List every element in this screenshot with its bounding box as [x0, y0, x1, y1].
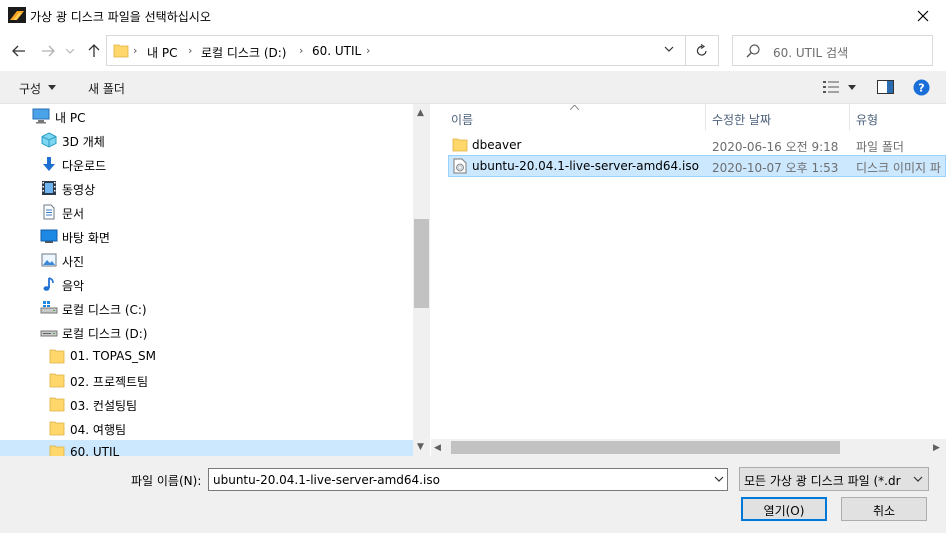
file-row-selected[interactable]: ubuntu-20.04.1-live-server-amd64.iso 202… [448, 155, 946, 177]
folder-icon [49, 397, 65, 412]
file-type: 디스크 이미지 파 [856, 161, 941, 175]
cancel-button[interactable]: 취소 [841, 497, 927, 521]
document-icon [43, 204, 55, 220]
breadcrumb-util[interactable]: 60. UTIL [312, 44, 361, 58]
tree-item-music[interactable]: 음악 [0, 272, 413, 296]
scroll-right-icon[interactable]: ▶ [933, 443, 940, 453]
filetype-value: 모든 가상 광 디스크 파일 (*.dr [744, 474, 901, 488]
music-icon [43, 277, 54, 291]
chevron-down-icon[interactable] [714, 475, 724, 483]
app-icon [8, 7, 26, 23]
file-type: 파일 폴더 [856, 140, 904, 154]
file-name: dbeaver [472, 138, 522, 152]
file-name: ubuntu-20.04.1-live-server-amd64.iso [472, 159, 699, 173]
filename-value: ubuntu-20.04.1-live-server-amd64.iso [213, 473, 440, 487]
file-date: 2020-06-16 오전 9:18 [712, 140, 839, 154]
pc-icon [32, 108, 50, 124]
filetype-select[interactable]: 모든 가상 광 디스크 파일 (*.dr [739, 467, 929, 491]
column-header-date[interactable]: 수정한 날짜 [706, 104, 850, 130]
breadcrumb-my-pc[interactable]: 내 PC [147, 44, 177, 61]
up-button[interactable] [84, 41, 104, 61]
file-row[interactable]: dbeaver 2020-06-16 오전 9:18 파일 폴더 [448, 134, 946, 156]
chevron-down-icon [913, 476, 923, 482]
command-bar: 구성 새 폴더 ? [0, 71, 946, 104]
caret-down-icon[interactable] [848, 85, 856, 90]
tree-item-downloads[interactable]: 다운로드 [0, 152, 413, 176]
tree-item-drive-c[interactable]: 로컬 디스크 (C:) [0, 296, 413, 320]
tree-item-project-team[interactable]: 02. 프로젝트팀 [0, 368, 413, 392]
breadcrumb-separator: › [188, 44, 193, 57]
desktop-icon [40, 229, 58, 243]
file-list[interactable]: 이름 수정한 날짜 유형 dbeaver 2020-06-16 오전 9:18 … [431, 104, 946, 456]
tree-item-3d-objects[interactable]: 3D 개체 [0, 128, 413, 152]
folder-icon [49, 349, 65, 364]
caret-down-icon [48, 85, 56, 90]
tree-item-my-pc[interactable]: 내 PC [0, 104, 413, 128]
search-input[interactable]: 60. UTIL 검색 [732, 35, 933, 66]
download-icon [43, 157, 55, 171]
arrow-up-icon [88, 44, 100, 57]
breadcrumb-separator: › [366, 44, 371, 57]
address-bar[interactable]: › 내 PC › 로컬 디스크 (D:) › 60. UTIL › [106, 35, 686, 66]
drive-c-icon [40, 301, 58, 314]
breadcrumb-separator: › [133, 44, 138, 57]
organize-button[interactable]: 구성 [19, 80, 41, 97]
scroll-up-icon[interactable]: ▲ [417, 108, 424, 118]
tree-item-consulting-team[interactable]: 03. 컨설팅팀 [0, 392, 413, 416]
help-icon[interactable]: ? [913, 79, 930, 96]
folder-icon [113, 44, 129, 58]
navigation-pane[interactable]: 내 PC 3D 개체 다운로드 동영상 문서 바탕 화면 사진 음악 로컬 디스… [0, 104, 430, 456]
file-date: 2020-10-07 오후 1:53 [712, 161, 839, 175]
nav-pane-scroll-thumb[interactable] [414, 219, 429, 308]
refresh-button[interactable] [686, 35, 719, 66]
folder-icon [49, 421, 65, 436]
title-bar: 가상 광 디스크 파일을 선택하십시오 [0, 0, 946, 31]
forward-button[interactable] [38, 41, 58, 61]
drive-d-icon [40, 330, 58, 337]
3d-object-icon [41, 132, 57, 148]
breadcrumb-separator: › [299, 44, 304, 57]
tree-item-topas-sm[interactable]: 01. TOPAS_SM [0, 344, 413, 368]
tree-item-desktop[interactable]: 바탕 화면 [0, 224, 413, 248]
disc-image-icon [453, 158, 467, 174]
folder-icon [49, 373, 65, 388]
open-button[interactable]: 열기(O) [741, 497, 827, 521]
sort-ascending-icon [570, 105, 579, 110]
recent-locations-button[interactable] [63, 41, 77, 61]
tree-item-util[interactable]: 60. UTIL [0, 440, 413, 456]
back-button[interactable] [9, 41, 29, 61]
chevron-down-icon[interactable] [664, 45, 674, 53]
scroll-left-icon[interactable]: ◀ [434, 443, 441, 453]
tree-item-drive-d[interactable]: 로컬 디스크 (D:) [0, 320, 413, 344]
chevron-down-icon [66, 48, 74, 54]
svg-text:?: ? [918, 82, 924, 95]
tree-item-documents[interactable]: 문서 [0, 200, 413, 224]
picture-icon [41, 253, 57, 267]
column-header-type[interactable]: 유형 [850, 104, 946, 130]
filename-label: 파일 이름(N): [131, 474, 202, 488]
refresh-icon [696, 44, 707, 56]
search-icon [746, 44, 760, 58]
tree-item-videos[interactable]: 동영상 [0, 176, 413, 200]
folder-icon [452, 138, 468, 152]
arrow-right-icon [42, 45, 55, 57]
scroll-down-icon[interactable]: ▼ [417, 442, 424, 452]
file-list-scroll-thumb[interactable] [451, 441, 840, 454]
tree-item-travel-team[interactable]: 04. 여행팀 [0, 416, 413, 440]
search-placeholder: 60. UTIL 검색 [773, 46, 849, 60]
view-details-icon[interactable] [823, 81, 839, 93]
close-button[interactable] [900, 0, 946, 31]
breadcrumb-drive-d[interactable]: 로컬 디스크 (D:) [201, 44, 286, 61]
arrow-left-icon [12, 45, 25, 57]
new-folder-button[interactable]: 새 폴더 [88, 80, 125, 97]
tree-item-pictures[interactable]: 사진 [0, 248, 413, 272]
video-icon [42, 181, 56, 195]
preview-pane-icon[interactable] [877, 80, 894, 94]
window-title: 가상 광 디스크 파일을 선택하십시오 [30, 10, 211, 24]
filename-input[interactable]: ubuntu-20.04.1-live-server-amd64.iso [208, 468, 728, 491]
close-icon [917, 10, 929, 21]
folder-icon [49, 445, 65, 456]
